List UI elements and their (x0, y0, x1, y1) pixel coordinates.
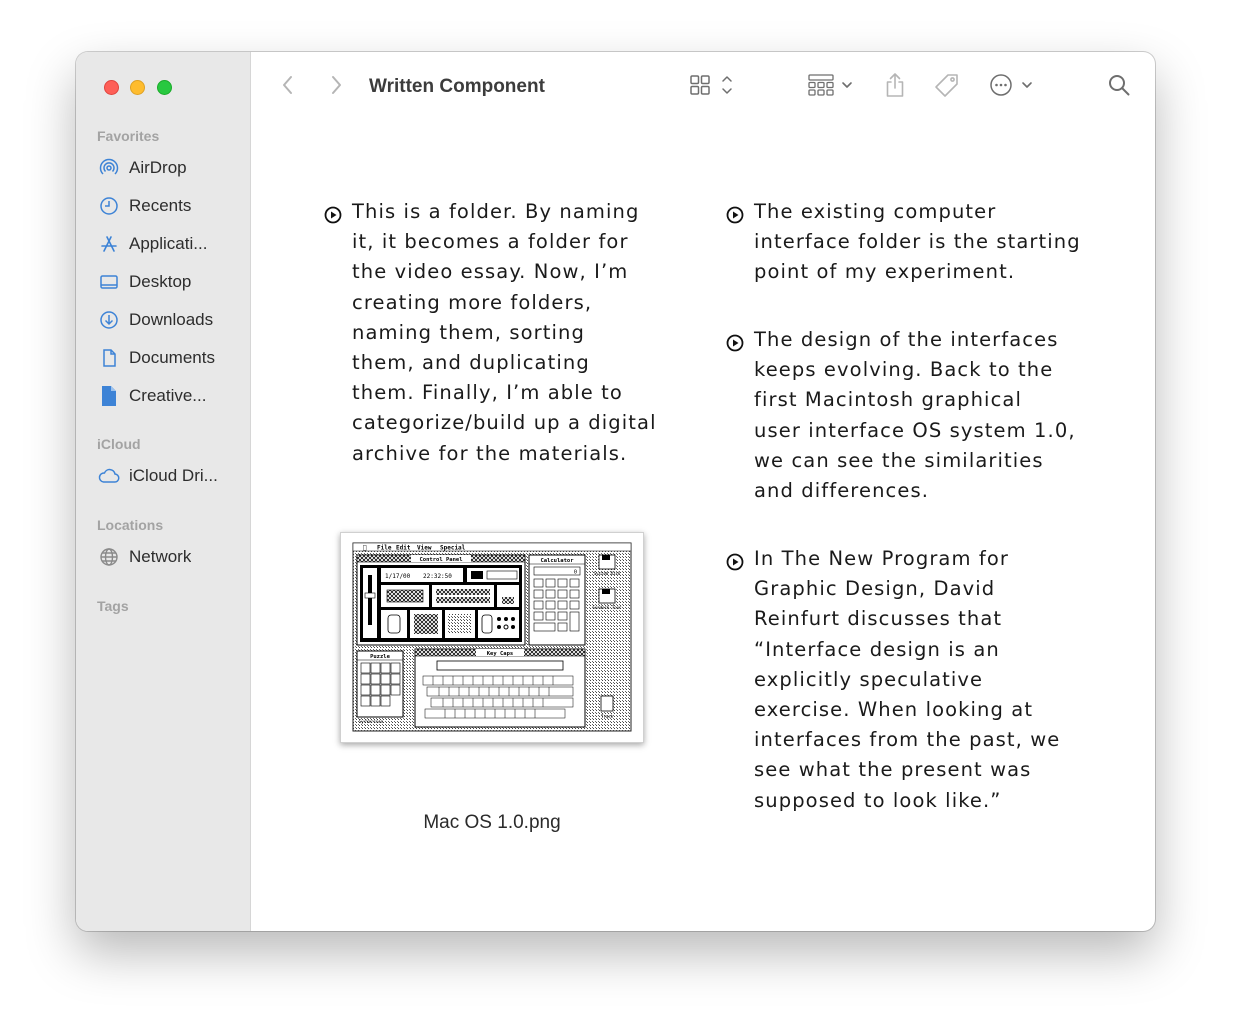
thumb-menu-edit: Edit (396, 545, 411, 552)
back-chevron-icon (281, 74, 295, 101)
sidebar-item-recents[interactable]: Recents (98, 193, 246, 219)
paragraph-text: The design of the interfaces keeps evolv… (754, 328, 1076, 503)
tag-button[interactable] (932, 73, 962, 103)
grid-view-icon (689, 73, 735, 102)
thumb-menu-file: File (377, 545, 392, 552)
text-block-evolving: The design of the interfaces keeps evolv… (726, 325, 1106, 506)
document-icon (98, 347, 120, 369)
sidebar-item-applications[interactable]: Applicati... (98, 231, 246, 257)
sidebar-item-label: iCloud Dri... (129, 466, 218, 485)
sidebar-item-label: Desktop (129, 272, 192, 291)
share-icon (884, 71, 906, 104)
desktop-icon (98, 271, 120, 293)
sidebar-item-label: Downloads (129, 310, 214, 329)
thumb-menu-view: View (417, 545, 432, 552)
applications-icon (98, 233, 120, 255)
view-mode-button[interactable] (688, 74, 736, 100)
thumb-menu-special: Special (440, 545, 466, 552)
forward-chevron-icon (329, 74, 343, 101)
sidebar-item-label: Creative... (129, 386, 207, 405)
sidebar-item-label: AirDrop (129, 158, 187, 177)
tag-icon (933, 72, 961, 105)
finder-window: Favorites AirDrop Recents Applicati... D… (76, 52, 1155, 931)
sidebar-item-label: Recents (129, 196, 192, 215)
paragraph-text: This is a folder. By naming it, it becom… (352, 200, 657, 465)
play-bullet-icon (726, 325, 754, 506)
sidebar-section-icloud: iCloud (97, 436, 141, 452)
clock-icon (98, 195, 120, 217)
thumb-control-panel-title: Control Panel (419, 557, 462, 563)
sidebar-item-label: Network (129, 547, 192, 566)
back-button[interactable] (276, 74, 300, 100)
thumb-time: 22:32:50 (423, 573, 452, 580)
paragraph-text: In The New Program for Graphic Design, D… (754, 547, 1061, 812)
thumb-puzzle-title: Puzzle (370, 654, 391, 660)
window-title: Written Component (369, 76, 545, 97)
thumb-calculator-title: Calculator (540, 558, 574, 564)
sidebar: Favorites AirDrop Recents Applicati... D… (76, 52, 251, 931)
sidebar-section-favorites: Favorites (97, 128, 160, 144)
sidebar-item-desktop[interactable]: Desktop (98, 269, 246, 295)
file-icon (98, 385, 120, 407)
play-bullet-icon (726, 197, 754, 288)
play-bullet-icon (726, 544, 754, 816)
airdrop-icon (98, 157, 120, 179)
network-globe-icon (98, 546, 120, 568)
thumb-disk-label: System Disk (594, 571, 621, 576)
sidebar-section-tags: Tags (97, 598, 129, 614)
cloud-icon (98, 465, 120, 487)
search-icon (1107, 73, 1131, 102)
sidebar-item-documents[interactable]: Documents (98, 345, 246, 371)
svg-text::  (363, 545, 367, 552)
text-block-experiment: The existing computer interface folder i… (726, 197, 1106, 288)
downloads-icon (98, 309, 120, 331)
play-bullet-icon (324, 197, 352, 469)
group-icon (807, 73, 857, 102)
more-actions-button[interactable] (988, 73, 1036, 102)
thumb-calculator-display: 0 (574, 570, 577, 576)
thumb-version-label: SysVersion (359, 719, 384, 724)
sidebar-item-label: Applicati... (129, 234, 208, 253)
text-block-folder: This is a folder. By naming it, it becom… (324, 197, 684, 469)
group-button[interactable] (806, 73, 858, 102)
sidebar-item-icloud-drive[interactable]: iCloud Dri... (98, 463, 246, 489)
thumb-trash-label: Trash (601, 714, 614, 719)
thumb-disk2-label: Sundeck Tour (593, 605, 622, 610)
minimize-button[interactable] (130, 80, 145, 95)
sidebar-item-network[interactable]: Network (98, 544, 246, 570)
zoom-button[interactable] (157, 80, 172, 95)
share-button[interactable] (882, 72, 908, 102)
forward-button[interactable] (324, 74, 348, 100)
search-button[interactable] (1106, 74, 1132, 100)
sidebar-section-locations: Locations (97, 517, 164, 533)
sidebar-item-label: Documents (129, 348, 215, 367)
close-button[interactable] (104, 80, 119, 95)
thumb-keycaps-title: Key Caps (487, 651, 514, 657)
sidebar-item-downloads[interactable]: Downloads (98, 307, 246, 333)
paragraph-text: The existing computer interface folder i… (754, 200, 1081, 284)
more-icon (989, 73, 1035, 102)
text-block-quote: In The New Program for Graphic Design, D… (726, 544, 1106, 816)
file-name-label[interactable]: Mac OS 1.0.png (292, 812, 692, 834)
sidebar-item-airdrop[interactable]: AirDrop (98, 155, 246, 181)
file-thumbnail-mac-os[interactable]:  File Edit View Special Control Panel 1… (340, 532, 644, 743)
sidebar-item-creative[interactable]: Creative... (98, 383, 246, 409)
thumb-date: 1/17/00 (385, 573, 411, 580)
